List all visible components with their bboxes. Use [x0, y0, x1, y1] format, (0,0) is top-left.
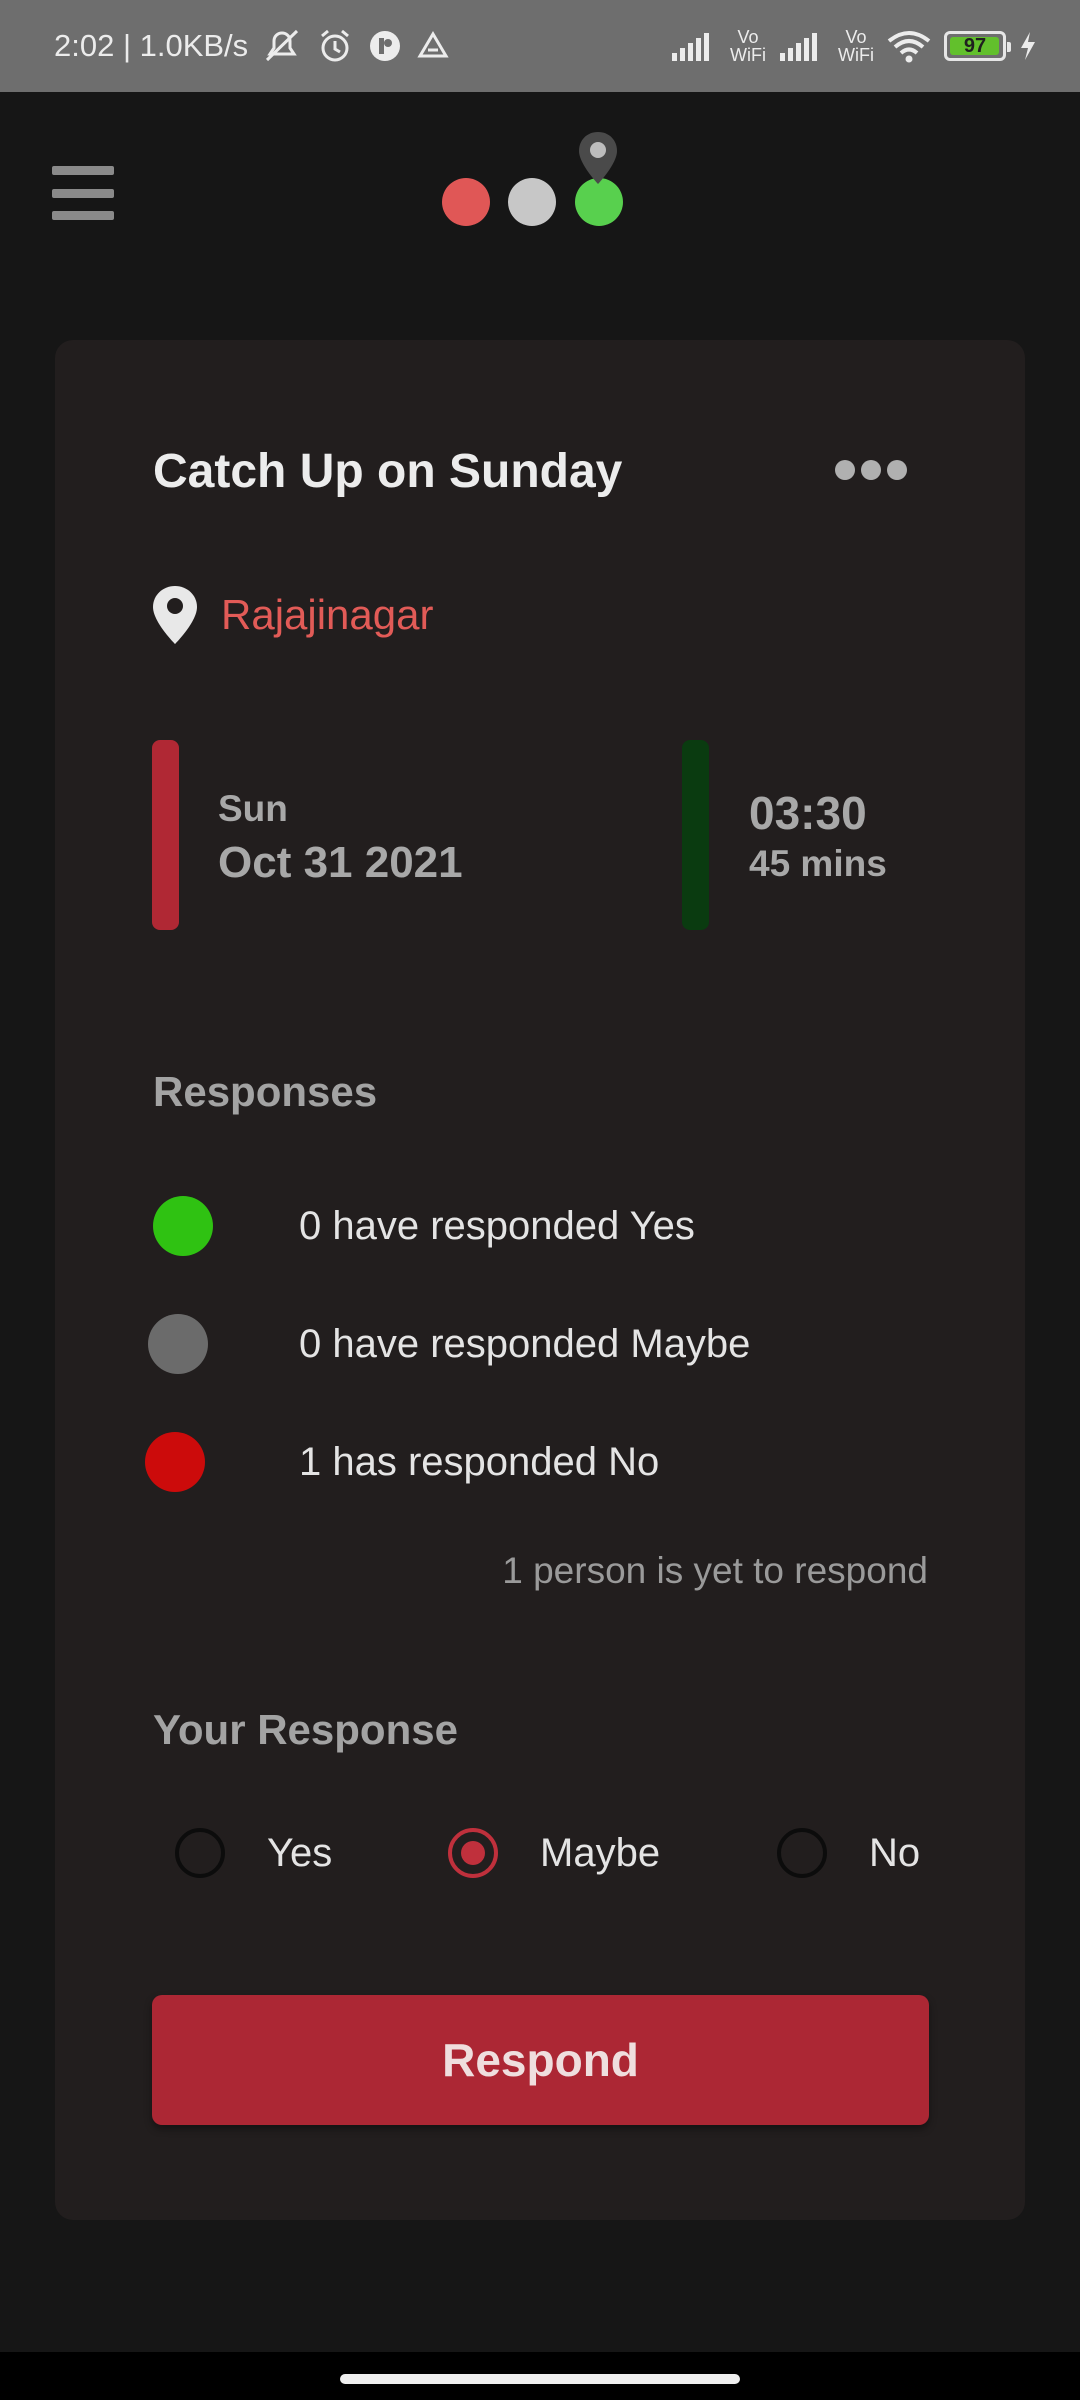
location-name: Rajajinagar [221, 591, 434, 638]
response-maybe-row: 0 have responded Maybe [148, 1314, 750, 1374]
hamburger-menu-icon[interactable] [52, 166, 114, 220]
response-maybe-text: 0 have responded Maybe [299, 1321, 751, 1366]
drive-icon [416, 30, 450, 62]
radio-yes-circle[interactable] [175, 1828, 225, 1878]
status-bar: 2:02 | 1.0KB/s Vo WiFi Vo WiFi 97 [0, 0, 1080, 92]
event-day: Sun [218, 788, 288, 829]
mute-icon [262, 28, 302, 64]
menu-line [52, 188, 114, 198]
status-left: 2:02 | 1.0KB/s [54, 28, 450, 64]
radio-no-label: No [869, 1830, 921, 1875]
radio-option-no[interactable]: No [777, 1828, 920, 1878]
vowifi-label-2: Vo WiFi [838, 27, 874, 65]
home-indicator[interactable] [340, 2374, 740, 2384]
pending-responses: 1 person is yet to respond [502, 1550, 928, 1591]
location-pin-icon [579, 132, 617, 184]
radio-option-maybe[interactable]: Maybe [448, 1828, 660, 1878]
signal-icon-2 [778, 29, 826, 63]
response-yes-text: 0 have responded Yes [299, 1203, 695, 1248]
event-duration: 45 mins [749, 843, 887, 884]
your-response-heading: Your Response [153, 1706, 458, 1753]
radio-maybe-circle[interactable] [448, 1828, 498, 1878]
menu-line [52, 211, 114, 220]
app-notification-icon [368, 29, 402, 63]
date-accent-bar [152, 740, 179, 930]
app-logo [436, 130, 636, 230]
responses-heading: Responses [153, 1068, 378, 1115]
radio-yes-label: Yes [267, 1830, 333, 1875]
radio-maybe-label: Maybe [540, 1830, 661, 1875]
signal-icon [670, 29, 718, 63]
more-dot [887, 460, 907, 480]
response-no-row: 1 has responded No [145, 1432, 659, 1492]
response-no-text: 1 has responded No [299, 1439, 660, 1484]
more-options-icon[interactable] [835, 450, 915, 490]
wifi-icon [886, 29, 932, 63]
radio-option-yes[interactable]: Yes [175, 1828, 332, 1878]
charging-icon [1018, 30, 1038, 62]
battery-icon: 97 [944, 31, 1011, 61]
event-date: Oct 31 2021 [218, 838, 463, 887]
radio-no-circle[interactable] [777, 1828, 827, 1878]
vowifi-label-1: Vo WiFi [730, 27, 767, 65]
maybe-status-dot [148, 1314, 208, 1374]
logo-red-dot [442, 178, 490, 226]
event-time: 03:30 [749, 787, 867, 839]
event-location: Rajajinagar [151, 584, 433, 646]
menu-line [52, 166, 114, 175]
time-accent-bar [682, 740, 709, 930]
event-card: Catch Up on Sunday Rajajinagar Sun Oct 3… [55, 340, 1025, 2220]
logo-grey-dot [508, 178, 556, 226]
respond-button[interactable]: Respond [152, 1995, 929, 2125]
yes-status-dot [153, 1196, 213, 1256]
status-right: Vo WiFi Vo WiFi 97 [670, 28, 1038, 64]
more-dot [861, 460, 881, 480]
location-pin-icon [153, 586, 197, 644]
more-dot [835, 460, 855, 480]
status-time-speed: 2:02 | 1.0KB/s [54, 28, 249, 63]
battery-percent: 97 [963, 34, 987, 57]
no-status-dot [145, 1432, 205, 1492]
event-title: Catch Up on Sunday [153, 445, 623, 498]
response-yes-row: 0 have responded Yes [153, 1196, 695, 1256]
alarm-icon [316, 28, 354, 64]
